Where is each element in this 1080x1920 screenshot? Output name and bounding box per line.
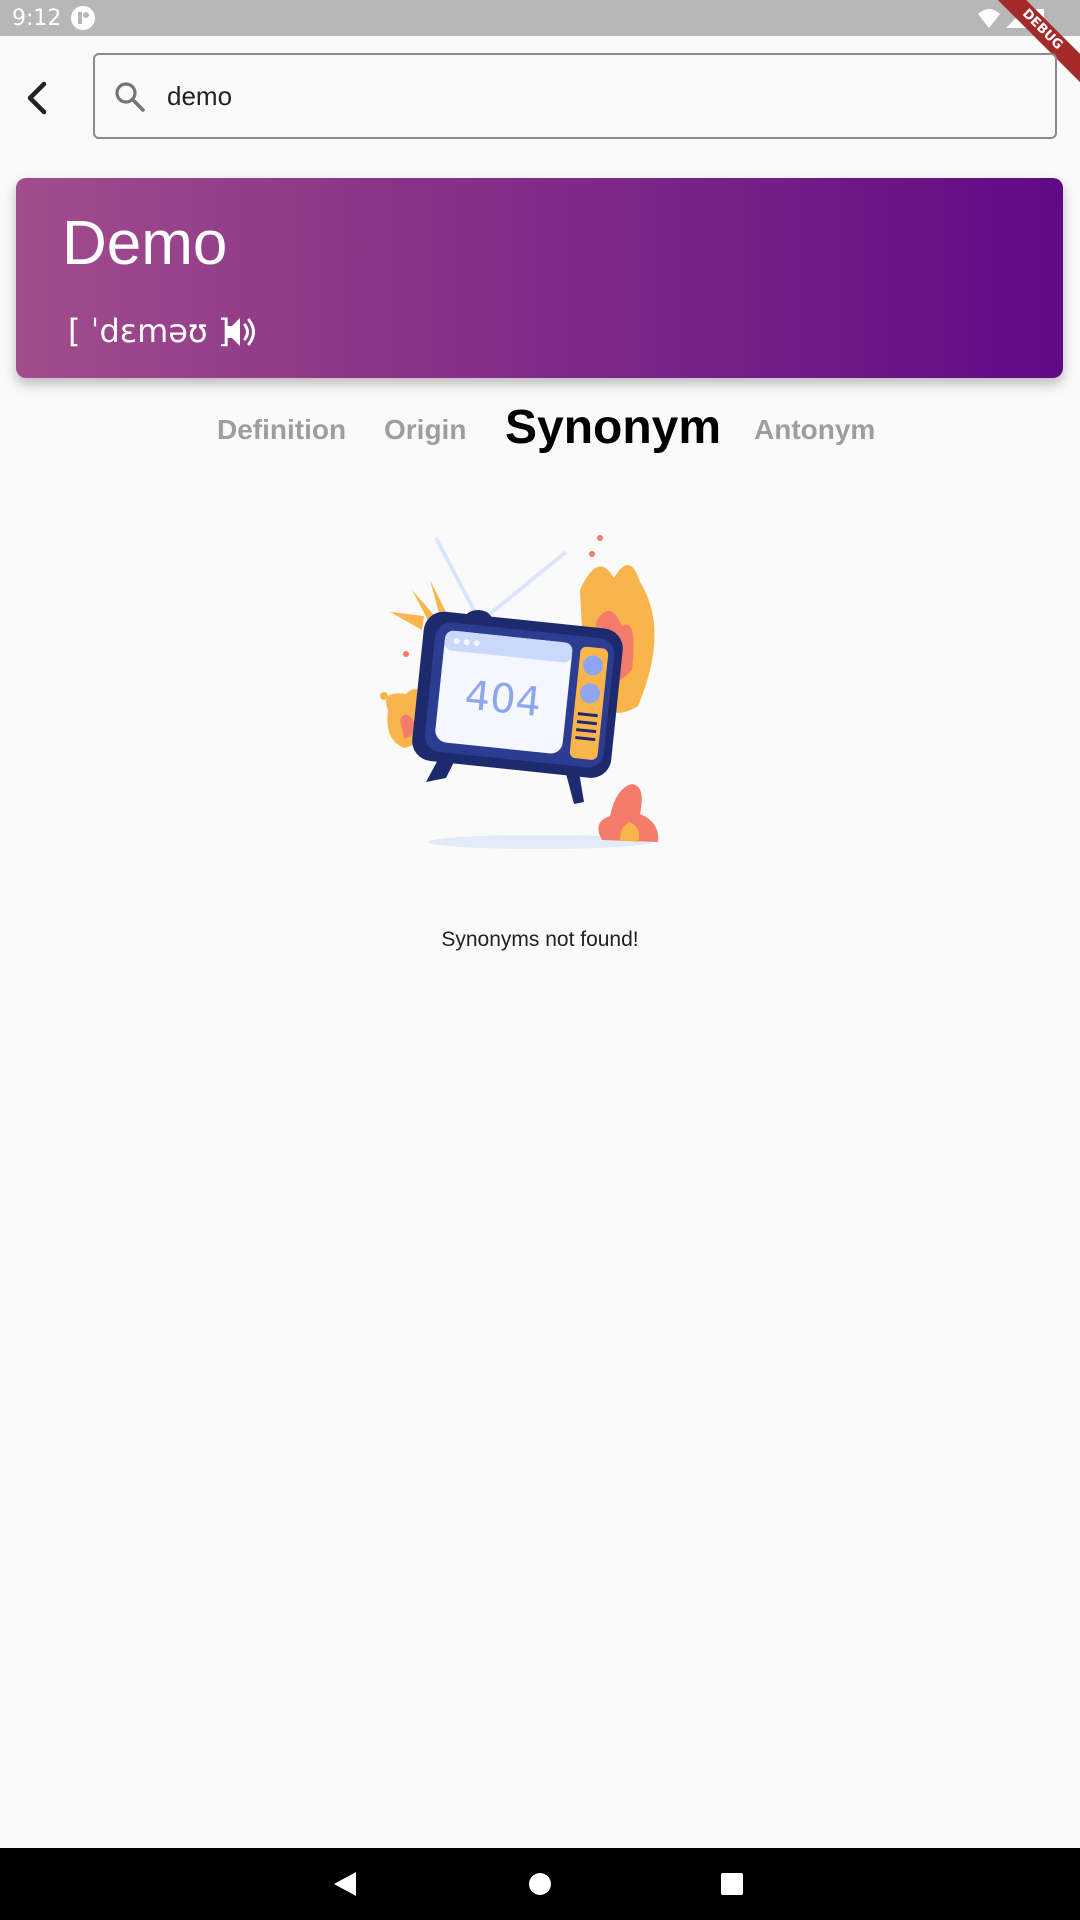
nav-back-icon[interactable] xyxy=(330,1868,362,1900)
nav-recents-icon[interactable] xyxy=(716,1868,748,1900)
status-bar: 9:12 xyxy=(0,0,1080,36)
empty-state-message: Synonyms not found! xyxy=(441,928,639,951)
speaker-icon[interactable] xyxy=(222,314,258,350)
tab-origin[interactable]: Origin xyxy=(384,414,466,446)
word-phonetic: [ ˈdɛməʊ ] xyxy=(68,312,231,350)
tab-synonym[interactable]: Synonym xyxy=(505,400,721,455)
word-header-card: Demo [ ˈdɛməʊ ] xyxy=(16,178,1063,378)
tab-definition[interactable]: Definition xyxy=(217,414,346,446)
nav-home-icon[interactable] xyxy=(524,1868,556,1900)
search-value[interactable]: demo xyxy=(167,81,232,112)
app-notification-icon xyxy=(71,6,95,30)
illustration-404-text: 404 xyxy=(463,672,544,726)
status-time: 9:12 xyxy=(12,6,62,31)
word-title: Demo xyxy=(62,209,228,278)
search-input[interactable]: demo xyxy=(93,53,1057,139)
system-nav-bar xyxy=(0,1848,1080,1920)
back-arrow-icon[interactable] xyxy=(20,78,56,118)
search-icon xyxy=(115,82,145,112)
tab-antonym[interactable]: Antonym xyxy=(754,414,875,446)
not-found-illustration: 404 xyxy=(380,535,659,849)
